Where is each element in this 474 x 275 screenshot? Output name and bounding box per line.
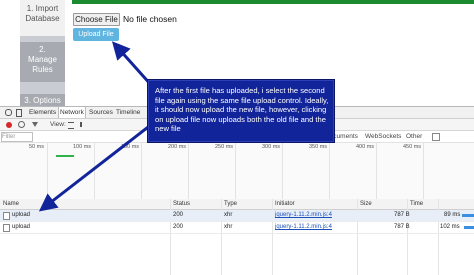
tick-label: 300 ms [262, 144, 281, 150]
tab-network[interactable]: Network [58, 107, 86, 118]
column-header-time[interactable]: Time [410, 199, 423, 209]
tick-line [235, 143, 236, 199]
magnifier-icon[interactable] [5, 109, 12, 116]
filter-websockets[interactable]: WebSockets [365, 131, 401, 142]
request-type: xhr [224, 212, 233, 218]
checkbox-icon[interactable] [432, 133, 440, 141]
waterfall-bar [464, 226, 474, 229]
tick-line [376, 143, 377, 199]
step-2-line3: Rules [32, 65, 53, 74]
upload-file-button[interactable]: Upload File [73, 28, 119, 41]
request-status: 200 [173, 224, 184, 230]
list-view-icon[interactable] [68, 122, 74, 129]
filter-other[interactable]: Other [406, 131, 422, 142]
tick-line [329, 143, 330, 199]
request-time: 102 ms [440, 224, 460, 230]
tick-label: 150 ms [121, 144, 140, 150]
tick-label: 250 ms [215, 144, 234, 150]
column-header-size[interactable]: Size [360, 199, 372, 209]
timeline-overview: 50 ms 100 ms 150 ms 200 ms 250 ms 300 ms… [0, 143, 474, 200]
step-1-line1: 1. Import [26, 4, 59, 13]
annotation-text: After the first file has uploaded, i sel… [155, 86, 329, 134]
column-header-status[interactable]: Status [173, 199, 190, 209]
tick-line [47, 143, 48, 199]
tick-line [423, 143, 424, 199]
document-icon [3, 224, 10, 232]
request-initiator[interactable]: jquery-1.11.2.min.js:4 [275, 210, 332, 221]
progress-bar [72, 0, 474, 4]
tick-label: 350 ms [309, 144, 328, 150]
tick-label: 200 ms [168, 144, 187, 150]
document-icon [3, 212, 10, 220]
request-name[interactable]: upload [12, 222, 30, 233]
column-header-type[interactable]: Type [224, 199, 237, 209]
file-status-text: No file chosen [123, 14, 177, 24]
tick-label: 50 ms [29, 144, 44, 150]
tick-line [141, 143, 142, 199]
tick-label: 100 ms [73, 144, 92, 150]
tab-elements[interactable]: Elements [29, 107, 56, 118]
step-2-line1: 2. [39, 45, 46, 54]
tick-line [94, 143, 95, 199]
request-time: 89 ms [444, 212, 461, 218]
waterfall-bar [462, 214, 474, 217]
view-label: View: [50, 121, 66, 128]
table-row[interactable]: upload 200 xhr jquery-1.11.2.min.js:4 78… [0, 222, 474, 234]
tab-sources[interactable]: Sources [89, 107, 113, 118]
filter-input[interactable]: Filter [1, 132, 33, 142]
waterfall-view-icon[interactable] [80, 122, 88, 127]
request-type: xhr [224, 224, 233, 230]
request-size: 787 B [394, 224, 410, 230]
left-margin [0, 0, 20, 106]
file-input-row: Choose File No file chosen [73, 13, 473, 26]
column-header-initiator[interactable]: Initiator [275, 199, 295, 209]
device-icon[interactable] [16, 109, 22, 117]
step-2-line2: Manage [28, 55, 57, 64]
filter-icon[interactable] [32, 122, 38, 127]
network-requests-table: Name Status Type Initiator Size Time upl… [0, 199, 474, 275]
step-options[interactable]: 3. Options [20, 94, 65, 106]
tick-label: 450 ms [403, 144, 422, 150]
request-name[interactable]: upload [12, 210, 30, 221]
timeline-request-bar [56, 155, 74, 157]
tab-timeline[interactable]: Timeline [116, 107, 140, 118]
request-size: 787 B [394, 212, 410, 218]
table-row[interactable]: upload 200 xhr jquery-1.11.2.min.js:4 78… [0, 210, 474, 222]
column-header-name[interactable]: Name [3, 199, 19, 209]
step-3-label: 3. Options [24, 96, 61, 105]
tick-line [282, 143, 283, 199]
clear-icon[interactable] [18, 121, 25, 128]
record-icon[interactable] [6, 122, 12, 128]
tick-line [188, 143, 189, 199]
choose-file-button[interactable]: Choose File [73, 13, 120, 26]
step-1-line2: Database [25, 14, 60, 23]
request-initiator[interactable]: jquery-1.11.2.min.js:4 [275, 222, 332, 233]
tick-label: 400 ms [356, 144, 375, 150]
steps-sidebar: 1. Import Database 2. Manage Rules 3. Op… [20, 0, 65, 106]
request-status: 200 [173, 212, 184, 218]
annotation-callout: After the first file has uploaded, i sel… [148, 80, 334, 142]
step-import-database[interactable]: 1. Import Database [20, 0, 65, 36]
step-manage-rules[interactable]: 2. Manage Rules [20, 42, 65, 82]
table-header: Name Status Type Initiator Size Time [0, 199, 474, 210]
